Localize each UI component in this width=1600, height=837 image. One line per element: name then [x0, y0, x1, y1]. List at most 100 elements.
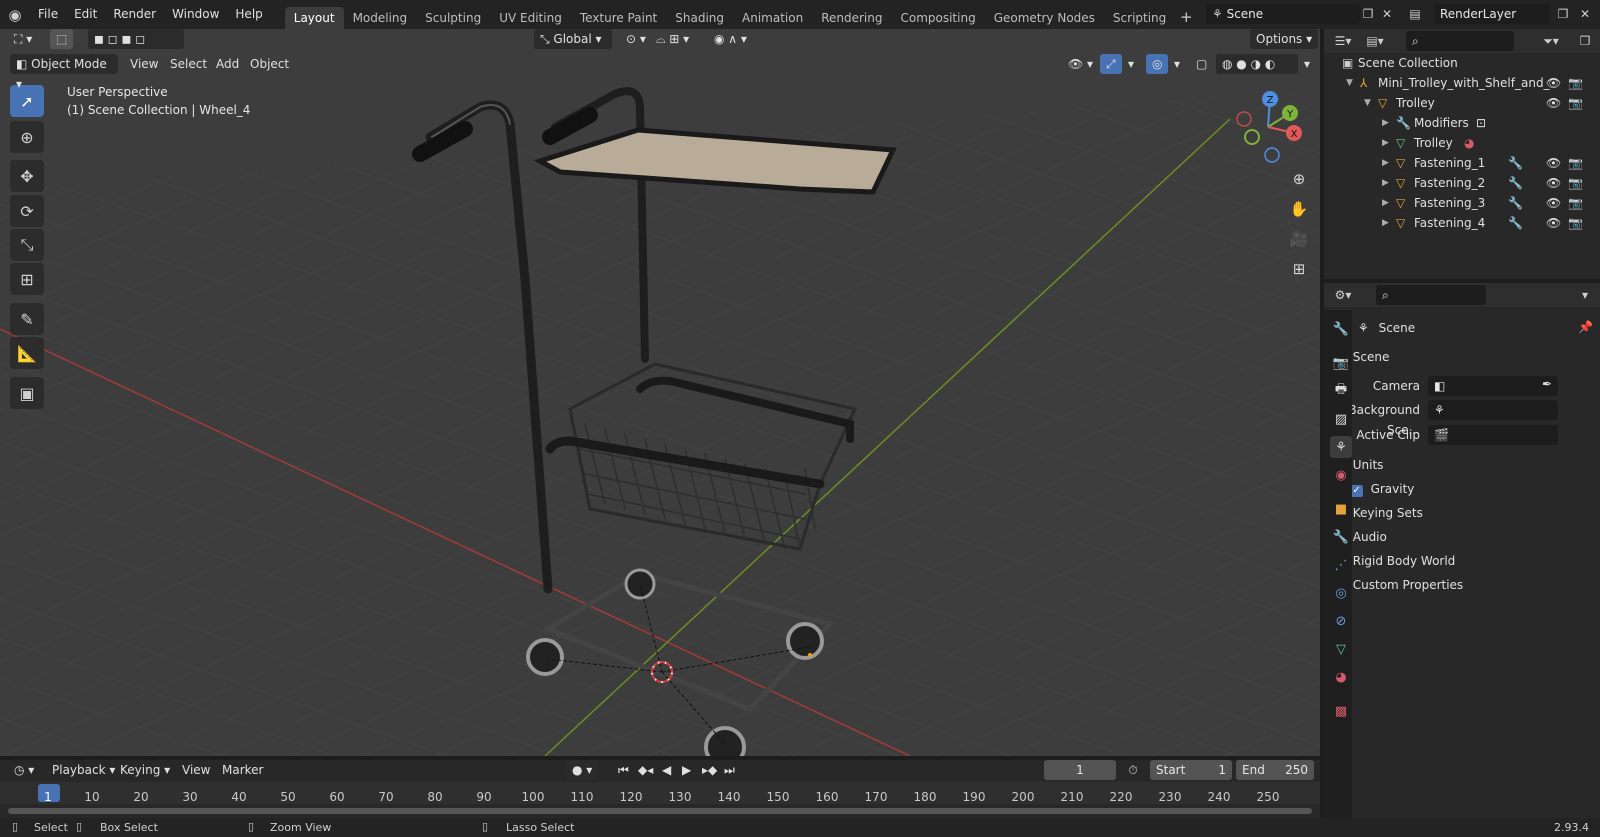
- units-panel-header[interactable]: ▶ Units: [1336, 455, 1596, 475]
- measure-tool[interactable]: 📐: [10, 337, 44, 369]
- camera-field[interactable]: ◧: [1428, 376, 1558, 396]
- blender-logo-icon[interactable]: ◉: [0, 5, 30, 25]
- custom-properties-panel-header[interactable]: ▶ Custom Properties: [1336, 575, 1596, 595]
- eye-icon[interactable]: 👁: [1546, 153, 1561, 173]
- options-dropdown[interactable]: Options ▾: [1250, 29, 1319, 49]
- viewport-menu-select[interactable]: Select: [164, 54, 213, 74]
- editor-type-dropdown[interactable]: ⛶ ▾: [8, 29, 38, 49]
- camera-render-icon[interactable]: 📷: [1568, 173, 1583, 193]
- particles-tab[interactable]: ⋰: [1330, 554, 1352, 576]
- menu-render[interactable]: Render: [105, 0, 164, 29]
- keying-sets-panel-header[interactable]: ▶ Keying Sets: [1336, 503, 1596, 523]
- camera-render-icon[interactable]: 📷: [1568, 213, 1583, 233]
- outliner-row-trolley[interactable]: ▼ ▽ Trolley 👁 📷: [1324, 93, 1600, 113]
- timeline-menu-keying[interactable]: Keying ▾: [114, 760, 176, 780]
- 3d-viewport[interactable]: User Perspective (1) Scene Collection | …: [0, 29, 1320, 756]
- proportional-edit-toggle[interactable]: ◉ ∧ ▾: [708, 29, 753, 49]
- eye-icon[interactable]: 👁: [1546, 173, 1561, 193]
- visibility-dropdown[interactable]: 👁 ▾: [1062, 54, 1099, 74]
- rigid-body-world-panel-header[interactable]: ▶ Rigid Body World: [1336, 551, 1596, 571]
- eye-icon[interactable]: 👁: [1546, 73, 1561, 93]
- eye-icon[interactable]: 👁: [1546, 213, 1561, 233]
- current-frame-field[interactable]: 1: [1044, 760, 1116, 780]
- gravity-checkbox[interactable]: ✓: [1350, 485, 1363, 497]
- pivot-point-dropdown[interactable]: ⊙ ▾: [620, 29, 652, 49]
- outliner-row-modifiers[interactable]: ▶ 🔧 Modifiers ⊡: [1324, 113, 1600, 133]
- expand-triangle-icon[interactable]: ▼: [1364, 93, 1371, 113]
- output-tab[interactable]: 🖶: [1330, 380, 1352, 402]
- rotate-tool[interactable]: ⟳: [10, 195, 44, 227]
- physics-tab[interactable]: ◎: [1330, 582, 1352, 604]
- gizmo-dropdown[interactable]: ▾: [1122, 54, 1140, 74]
- camera-render-icon[interactable]: 📷: [1568, 153, 1583, 173]
- timeline-menu-marker[interactable]: Marker: [216, 760, 269, 780]
- view-layer-icon[interactable]: ▤: [1404, 4, 1426, 24]
- view-layer-tab[interactable]: ▨: [1330, 408, 1352, 430]
- display-mode-icon[interactable]: ▤▾: [1364, 31, 1386, 51]
- modifiers-tab[interactable]: 🔧: [1330, 526, 1352, 548]
- viewport-menu-object[interactable]: Object: [244, 54, 295, 74]
- outliner-row-fastening-1[interactable]: ▶ ▽ Fastening_1 🔧 👁 📷: [1324, 153, 1600, 173]
- navigation-gizmo[interactable]: Z Y X: [1228, 87, 1308, 167]
- shading-dropdown[interactable]: ▾: [1298, 54, 1316, 74]
- copy-view-layer-icon[interactable]: ❐: [1552, 4, 1574, 24]
- overlay-toggle[interactable]: ◎: [1146, 54, 1169, 74]
- tab-sculpting[interactable]: Sculpting: [416, 7, 490, 29]
- viewport-menu-add[interactable]: Add: [210, 54, 245, 74]
- scale-tool[interactable]: ⤡: [10, 229, 44, 261]
- properties-editor-type-icon[interactable]: ⚙▾: [1332, 285, 1354, 305]
- tool-tab[interactable]: 🔧: [1330, 318, 1352, 340]
- end-frame-field[interactable]: End 250: [1236, 760, 1314, 780]
- background-scene-field[interactable]: ⚘: [1428, 400, 1558, 420]
- perspective-toggle-button[interactable]: ⊞: [1286, 256, 1312, 282]
- wrench-icon[interactable]: 🔧: [1508, 173, 1523, 193]
- tab-modeling[interactable]: Modeling: [344, 7, 417, 29]
- add-cube-tool[interactable]: ▣: [10, 377, 44, 409]
- transform-tool[interactable]: ⊞: [10, 263, 44, 295]
- tab-shading[interactable]: Shading: [666, 7, 733, 29]
- tab-scripting[interactable]: Scripting: [1104, 7, 1175, 29]
- play-reverse-button[interactable]: ◀: [656, 760, 677, 780]
- gravity-panel-header[interactable]: ▶ ✓ Gravity: [1336, 479, 1596, 499]
- expand-triangle-icon[interactable]: ▶: [1382, 213, 1389, 233]
- tab-geometry-nodes[interactable]: Geometry Nodes: [985, 7, 1104, 29]
- selection-mode-buttons[interactable]: ◼ ◻ ◼ ◻: [88, 29, 184, 49]
- expand-triangle-icon[interactable]: ▶: [1382, 113, 1389, 133]
- world-tab[interactable]: ◉: [1330, 464, 1352, 486]
- data-tab[interactable]: ▽: [1330, 638, 1352, 660]
- expand-triangle-icon[interactable]: ▶: [1382, 193, 1389, 213]
- timeline-editor-type-dropdown[interactable]: ◷ ▾: [8, 760, 40, 780]
- pin-icon[interactable]: 📌: [1578, 320, 1593, 334]
- pan-view-button[interactable]: ✋: [1286, 196, 1312, 222]
- tab-layout[interactable]: Layout: [284, 6, 344, 29]
- tab-rendering[interactable]: Rendering: [812, 7, 891, 29]
- mode-dropdown[interactable]: ◧ Object Mode ▾: [10, 54, 118, 91]
- tab-animation[interactable]: Animation: [733, 7, 812, 29]
- select-mode-button[interactable]: ⬚: [50, 29, 74, 49]
- outliner-row-fastening-3[interactable]: ▶ ▽ Fastening_3 🔧 👁 📷: [1324, 193, 1600, 213]
- render-tab[interactable]: 📷: [1330, 352, 1352, 374]
- expand-triangle-icon[interactable]: ▶: [1382, 133, 1389, 153]
- scene-panel-header[interactable]: ▼ Scene: [1336, 347, 1596, 367]
- expand-triangle-icon[interactable]: ▶: [1382, 153, 1389, 173]
- play-button[interactable]: ▶: [676, 760, 697, 780]
- viewport-scene[interactable]: [0, 29, 1320, 756]
- eyedropper-icon[interactable]: ✒: [1542, 377, 1552, 391]
- menu-help[interactable]: Help: [227, 0, 270, 29]
- start-frame-field[interactable]: Start 1: [1150, 760, 1232, 780]
- outliner-row-fastening-4[interactable]: ▶ ▽ Fastening_4 🔧 👁 📷: [1324, 213, 1600, 233]
- material-icon[interactable]: ◕: [1464, 133, 1474, 153]
- cursor-tool[interactable]: ⊕: [10, 121, 44, 153]
- modifier-stack-icon[interactable]: ⊡: [1476, 113, 1486, 133]
- auto-keying-toggle[interactable]: ● ▾: [566, 760, 599, 780]
- tab-uv-editing[interactable]: UV Editing: [490, 7, 571, 29]
- object-tab[interactable]: ■: [1330, 498, 1352, 520]
- camera-render-icon[interactable]: 📷: [1568, 193, 1583, 213]
- menu-window[interactable]: Window: [164, 0, 227, 29]
- camera-render-icon[interactable]: 📷: [1568, 73, 1583, 93]
- zoom-view-button[interactable]: ⊕: [1286, 166, 1312, 192]
- scene-tab[interactable]: ⚘: [1330, 436, 1352, 458]
- outliner-row-trolley-mesh[interactable]: ▶ ▽ Trolley ◕: [1324, 133, 1600, 153]
- xray-toggle[interactable]: ▢: [1190, 54, 1213, 74]
- outliner-editor-type-icon[interactable]: ☰▾: [1332, 31, 1354, 51]
